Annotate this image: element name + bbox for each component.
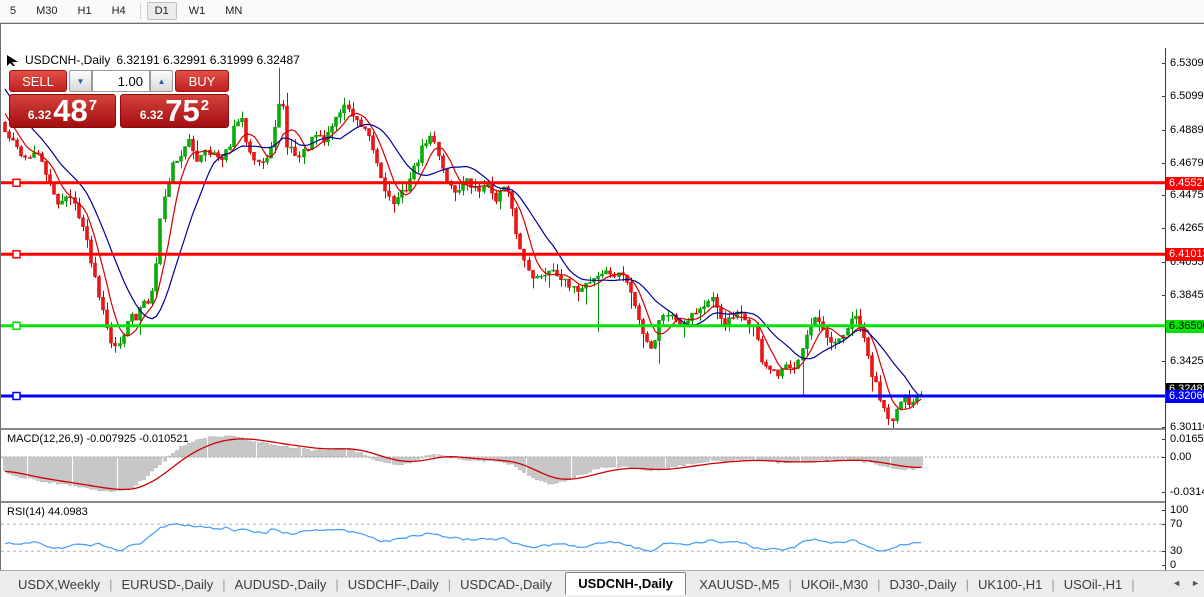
rsi-tick-label: 100 [1170,504,1189,516]
chart-tab-dj30-daily[interactable]: DJ30-,Daily [881,574,964,595]
tab-scroll-left-icon[interactable]: ◄ [1172,578,1181,588]
chart-tab-usdx-weekly[interactable]: USDX,Weekly [10,574,108,595]
buy-price-main: 75 [165,93,200,128]
buy-button[interactable]: BUY [175,70,229,92]
rsi-tick-label: 30 [1170,545,1183,557]
price-tick-label: 6.46790 [1170,157,1204,169]
macd-pane[interactable]: MACD(12,26,9) -0.007925 -0.010521 [1,430,1165,502]
mt4-application-window: 5 M30 H1 H4 D1 W1 MN MACD(12,26,9) -0.007925 -… [0,0,1204,597]
chart-title-row: USDCNH-,Daily 6.32191 6.32991 6.31999 6.… [7,53,300,67]
chart-tab-usdcad-daily[interactable]: USDCAD-,Daily [452,574,560,595]
chart-window: MACD(12,26,9) -0.007925 -0.010521 RSI(14… [0,23,1204,594]
toolbar-separator [139,3,141,19]
rsi-label: RSI(14) 44.0983 [7,506,88,518]
axis-tick-mark [1162,439,1165,440]
macd-tick-label: -0.03142 [1170,486,1204,498]
chart-tab-uk100-h1[interactable]: UK100-,H1 [970,574,1050,595]
price-tick-label: 6.34250 [1170,355,1204,367]
price-tick-label: 6.38450 [1170,289,1204,301]
chart-tab-eurusd-daily[interactable]: EURUSD-,Daily [114,574,222,595]
chart-symbol-title: USDCNH-,Daily [25,53,111,67]
axis-tick-mark [1162,96,1165,97]
axis-tick-mark [1162,492,1165,493]
macd-label: MACD(12,26,9) -0.007925 -0.010521 [7,433,189,445]
sell-button[interactable]: SELL [9,70,67,92]
level-price-badge: 6.32060 [1166,390,1204,403]
timeframe-button-h1[interactable]: H1 [70,2,100,20]
axis-tick-mark [1162,163,1165,164]
axis-tick-mark [1162,510,1165,511]
chart-tab-usdcnh-daily[interactable]: USDCNH-,Daily [565,571,686,595]
axis-tick-mark [1162,551,1165,552]
rsi-chart[interactable] [1,503,1165,572]
price-tick-label: 6.44750 [1170,189,1204,201]
buy-price-sup: 2 [200,97,210,114]
macd-tick-label: 0.01658 [1170,433,1204,445]
price-tick-label: 6.42650 [1170,222,1204,234]
sell-price-prefix: 6.32 [27,108,52,122]
price-tick-label: 6.53090 [1170,57,1204,69]
axis-tick-mark [1162,130,1165,131]
axis-tick-mark [1162,63,1165,64]
sell-price-sup: 7 [88,97,98,114]
axis-tick-mark [1162,228,1165,229]
axis-tick-mark [1162,195,1165,196]
tab-scroll-right-icon[interactable]: ► [1191,578,1200,588]
macd-tick-label: 0.00 [1170,451,1192,463]
price-tick-label: 6.50990 [1170,90,1204,102]
chart-tab-ukoil-m30[interactable]: UKOil-,M30 [793,574,876,595]
chart-tab-bar: USDX,Weekly | EURUSD-,Daily | AUDUSD-,Daily |… [0,570,1204,597]
timeframe-button-h4[interactable]: H4 [104,2,134,20]
axis-tick-mark [1162,524,1165,525]
sell-price-main: 48 [53,93,88,128]
chart-tab-audusd-daily[interactable]: AUDUSD-,Daily [227,574,335,595]
price-tick-label: 6.48890 [1170,124,1204,136]
timeframe-button-mn[interactable]: MN [217,2,250,20]
timeframe-toolbar: 5 M30 H1 H4 D1 W1 MN [0,0,1204,23]
price-axis[interactable]: 6.53090 6.50990 6.48890 6.46790 6.44750 6.426… [1162,48,1204,572]
axis-tick-mark [1162,427,1165,428]
axis-tick-mark [1162,295,1165,296]
tab-scroll-arrows: ◄ ► [1172,578,1200,588]
volume-input[interactable] [92,70,150,92]
tab-separator: | [1131,576,1135,592]
chart-arrow-icon [7,54,18,66]
axis-tick-mark [1162,262,1165,263]
chart-tab-xauusd-m5[interactable]: XAUUSD-,M5 [691,574,787,595]
level-price-badge: 6.36500 [1166,320,1204,333]
volume-decrease-button[interactable]: ▼ [69,70,92,92]
buy-price-display[interactable]: 6.32 75 2 [120,94,229,128]
chart-tabs: USDX,Weekly | EURUSD-,Daily | AUDUSD-,Daily |… [0,571,1136,595]
volume-increase-button[interactable]: ▲ [150,70,173,92]
rsi-pane[interactable]: RSI(14) 44.0983 [1,503,1165,572]
sell-price-display[interactable]: 6.32 48 7 [9,94,116,128]
chevron-up-icon: ▲ [157,76,166,86]
axis-tick-mark [1162,457,1165,458]
buy-price-prefix: 6.32 [139,108,164,122]
axis-tick-mark [1162,565,1165,566]
timeframe-button-m30[interactable]: M30 [28,2,65,20]
one-click-trade-panel: SELL ▼ ▲ BUY 6.32487 6.32752 [9,70,229,128]
level-price-badge: 6.41013 [1166,248,1204,261]
timeframe-button-d1[interactable]: D1 [146,2,177,20]
axis-tick-mark [1162,361,1165,362]
timeframe-button-w1[interactable]: W1 [181,2,214,20]
chart-tab-usoil-h1[interactable]: USOil-,H1 [1056,574,1131,595]
price-tick-label: 6.30110 [1170,421,1204,433]
chart-ohlc-values: 6.32191 6.32991 6.31999 6.32487 [116,53,300,67]
chevron-down-icon: ▼ [76,76,85,86]
level-price-badge: 6.45527 [1166,177,1204,190]
rsi-tick-label: 70 [1170,518,1183,530]
timeframe-button-5[interactable]: 5 [2,2,24,20]
chart-tab-usdchf-daily[interactable]: USDCHF-,Daily [340,574,447,595]
